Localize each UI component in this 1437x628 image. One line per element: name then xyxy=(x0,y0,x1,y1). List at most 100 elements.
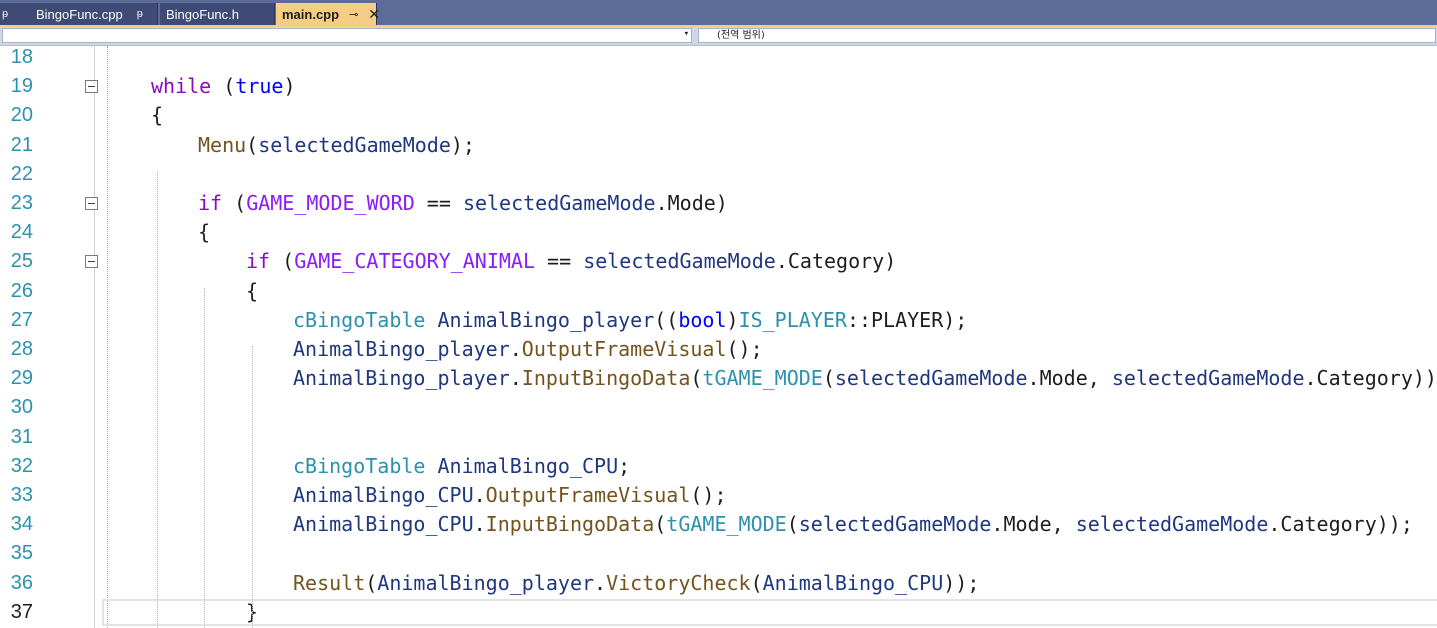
code-token: cBingoTable xyxy=(293,453,426,478)
code-line[interactable]: 19 while (true) xyxy=(0,72,1437,101)
code-line[interactable]: 25 if (GAME_CATEGORY_ANIMAL == selectedGa… xyxy=(0,247,1437,276)
code-token: ( xyxy=(222,191,247,215)
member-dropdown[interactable]: ▾ xyxy=(2,28,692,43)
code-line[interactable]: 20 { xyxy=(0,101,1437,130)
code-line[interactable]: 21 Menu(selectedGameMode); xyxy=(0,131,1437,160)
code-token: AnimalBingo_player xyxy=(437,307,655,332)
code-token: .Mode, xyxy=(991,512,1076,537)
code-token: ( xyxy=(211,74,236,99)
code-line[interactable]: 34 AnimalBingo_CPU.InputBingoData(tGAME_M… xyxy=(0,510,1437,539)
line-number: 30 xyxy=(10,396,33,419)
pin-icon[interactable]: ᵽ xyxy=(137,8,143,20)
code-token: == xyxy=(535,249,584,274)
navigation-bar: ▾ (전역 범위) xyxy=(0,27,1437,46)
indent-guide xyxy=(157,171,158,628)
scope-dropdown[interactable]: (전역 범위) xyxy=(698,28,1436,43)
close-icon[interactable]: ✕ xyxy=(368,6,380,23)
code-token: .Category) xyxy=(775,249,897,274)
code-line[interactable]: 35 xyxy=(0,539,1437,568)
code-token: cBingoTable xyxy=(293,307,426,332)
code-token: . xyxy=(594,570,607,595)
code-token: selectedGameMode xyxy=(258,132,451,157)
code-text[interactable]: { xyxy=(246,277,258,306)
tab-overflow-pin[interactable]: ᵽ xyxy=(0,3,34,25)
code-text[interactable]: if (GAME_MODE_WORD == selectedGameMode.M… xyxy=(198,189,728,218)
indent-guide xyxy=(252,346,253,628)
code-token: . xyxy=(509,366,522,391)
code-text[interactable]: while (true) xyxy=(151,72,296,101)
code-token: bool xyxy=(678,307,727,332)
code-line[interactable]: 22 xyxy=(0,160,1437,189)
document-tab-strip: ᵽ BingoFunc.cpp ᵽ BingoFunc.h main.cpp ⊸… xyxy=(0,0,1437,27)
code-line[interactable]: 26 { xyxy=(0,277,1437,306)
code-line[interactable]: 27 cBingoTable AnimalBingo_player((bool)I… xyxy=(0,306,1437,335)
code-text[interactable]: cBingoTable AnimalBingo_CPU; xyxy=(293,452,630,481)
code-token: ( xyxy=(246,132,259,157)
code-text[interactable]: Result(AnimalBingo_player.VictoryCheck(A… xyxy=(293,569,979,598)
code-token: ) xyxy=(283,74,296,99)
code-text[interactable]: AnimalBingo_CPU.OutputFrameVisual(); xyxy=(293,481,727,510)
code-text[interactable]: if (GAME_CATEGORY_ANIMAL == selectedGame… xyxy=(246,247,896,276)
code-token: .Mode) xyxy=(655,191,728,215)
code-line[interactable]: 24 { xyxy=(0,218,1437,247)
collapse-icon[interactable] xyxy=(85,80,98,94)
code-line[interactable]: 36 Result(AnimalBingo_player.VictoryCheck… xyxy=(0,569,1437,598)
code-token: OutputFrameVisual xyxy=(521,337,727,361)
code-line[interactable]: 23 if (GAME_MODE_WORD == selectedGameMode… xyxy=(0,189,1437,218)
code-token: ( xyxy=(786,512,799,537)
line-number: 24 xyxy=(10,221,33,244)
code-token: { xyxy=(246,278,259,303)
code-editor[interactable]: 18 19 while (true) 20{21 Menu(selectedGameMo… xyxy=(0,46,1437,628)
code-text[interactable]: cBingoTable AnimalBingo_player((bool)IS_… xyxy=(293,306,967,335)
tab-bingofunc-h[interactable]: BingoFunc.h xyxy=(160,3,275,25)
code-token: .Category)); xyxy=(1268,512,1413,537)
pin-icon: ᵽ xyxy=(2,8,9,20)
line-number: 25 xyxy=(10,250,33,273)
code-line[interactable]: 31 xyxy=(0,423,1437,452)
code-token: OutputFrameVisual xyxy=(485,483,691,507)
code-token: selectedGameMode xyxy=(834,366,1028,391)
code-line[interactable]: 32 cBingoTable AnimalBingo_CPU; xyxy=(0,452,1437,481)
collapse-icon[interactable] xyxy=(85,197,98,210)
code-token: InputBingoData xyxy=(521,366,691,391)
chevron-down-icon[interactable]: ▾ xyxy=(684,29,689,39)
tab-label: BingoFunc.h xyxy=(166,6,239,22)
code-token: true xyxy=(235,74,284,99)
tab-bingofunc-cpp[interactable]: BingoFunc.cpp ᵽ xyxy=(30,3,158,25)
code-token: ( xyxy=(750,570,763,595)
code-text[interactable]: { xyxy=(198,218,210,247)
line-number: 33 xyxy=(10,484,33,506)
code-token: { xyxy=(198,220,211,245)
code-token: (); xyxy=(690,483,727,507)
line-number: 27 xyxy=(10,308,33,331)
line-number: 22 xyxy=(10,162,33,185)
code-token: == xyxy=(414,191,463,215)
line-number: 36 xyxy=(10,571,33,594)
code-line[interactable]: 18 xyxy=(0,46,1437,72)
code-line[interactable]: 28 AnimalBingo_player.OutputFrameVisual()… xyxy=(0,335,1437,364)
code-text[interactable]: AnimalBingo_player.InputBingoData(tGAME_… xyxy=(293,364,1437,393)
line-number: 34 xyxy=(10,513,33,536)
code-token: ( xyxy=(270,249,295,274)
code-line[interactable]: 37} xyxy=(0,598,1437,627)
code-text[interactable]: AnimalBingo_player.OutputFrameVisual(); xyxy=(293,335,763,364)
code-token: IS_PLAYER xyxy=(738,307,847,332)
code-text[interactable]: Menu(selectedGameMode); xyxy=(198,131,475,160)
code-token: )); xyxy=(943,570,980,595)
tab-main-cpp[interactable]: main.cpp ⊸ ✕ xyxy=(276,3,380,25)
code-token: ( xyxy=(654,512,667,537)
collapse-icon[interactable] xyxy=(85,255,98,269)
code-token: InputBingoData xyxy=(485,512,655,537)
code-token: ( xyxy=(365,570,378,595)
code-line[interactable]: 29 AnimalBingo_player.InputBingoData(tGAM… xyxy=(0,364,1437,393)
code-token: AnimalBingo_player xyxy=(293,337,510,361)
code-text[interactable]: AnimalBingo_CPU.InputBingoData(tGAME_MOD… xyxy=(293,510,1413,539)
line-number: 37 xyxy=(10,600,33,623)
code-line[interactable]: 30 xyxy=(0,393,1437,422)
pin-toggle-icon[interactable]: ⊸ xyxy=(349,8,358,21)
code-text[interactable]: { xyxy=(151,101,163,130)
line-number: 28 xyxy=(10,338,33,360)
code-token: . xyxy=(473,483,486,507)
code-line[interactable]: 33 AnimalBingo_CPU.OutputFrameVisual(); xyxy=(0,481,1437,510)
